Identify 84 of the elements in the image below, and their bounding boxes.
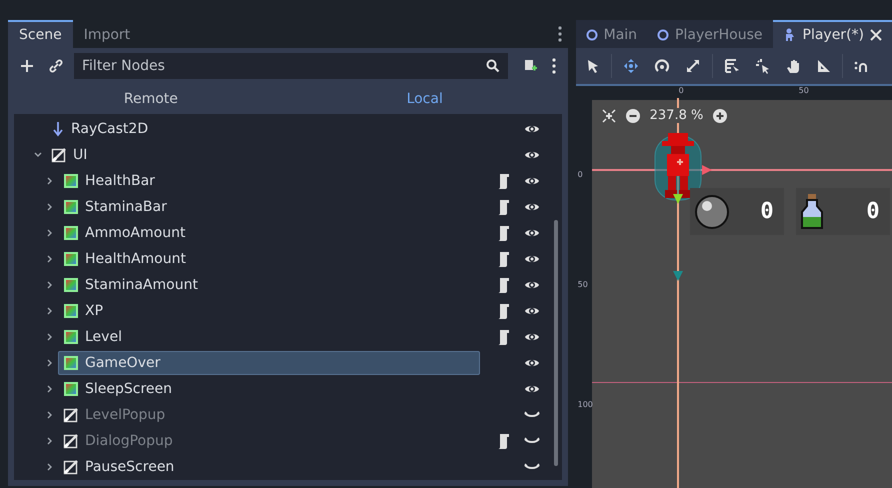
tree-item[interactable]: UI <box>46 143 480 167</box>
pivot-tool-icon[interactable] <box>754 58 771 74</box>
amount-label: 0 <box>866 199 880 224</box>
view-toggle[interactable]: Remote <box>14 84 288 114</box>
tree-item[interactable]: StaminaBar <box>58 195 480 219</box>
tree-item[interactable]: PauseScreen <box>58 455 480 479</box>
zoom-in-icon[interactable] <box>713 108 728 122</box>
x-axis-arrow-icon <box>702 165 712 175</box>
tree-item[interactable]: HealthBar <box>58 169 480 193</box>
list-select-icon[interactable] <box>724 58 740 74</box>
texture-rect-icon <box>63 251 79 267</box>
texture-rect-icon <box>63 303 79 319</box>
pan-tool-icon[interactable] <box>786 58 802 74</box>
close-icon[interactable] <box>870 29 882 41</box>
tree-item[interactable]: RayCast2D <box>46 117 480 141</box>
eye-icon[interactable] <box>524 175 540 187</box>
move-tool-icon[interactable] <box>622 58 639 74</box>
scale-tool-icon[interactable] <box>684 58 701 74</box>
ruler-label: 0 <box>578 170 583 179</box>
texture-rect-icon <box>63 173 79 189</box>
zoom-out-icon[interactable] <box>626 108 640 122</box>
closed-eye-icon[interactable] <box>524 411 540 419</box>
scrollbar[interactable] <box>554 220 558 466</box>
tree-item[interactable]: GameOver <box>58 351 480 375</box>
closed-eye-icon[interactable] <box>524 463 540 471</box>
control-node-icon <box>63 459 79 475</box>
tree-item[interactable]: LevelPopup <box>58 403 480 427</box>
filter-field[interactable]: Filter Nodes <box>74 53 508 79</box>
tree-item[interactable]: SleepScreen <box>58 377 480 401</box>
center-view-icon[interactable] <box>602 108 616 122</box>
search-icon <box>486 59 500 73</box>
texture-rect-icon <box>63 277 79 293</box>
ruler-tool-icon[interactable] <box>816 59 831 73</box>
more-icon[interactable] <box>552 58 556 74</box>
editor-tab[interactable]: Player(*) <box>772 20 892 48</box>
eye-icon[interactable] <box>524 227 540 239</box>
texture-rect-icon <box>63 225 79 241</box>
eye-icon[interactable] <box>524 331 540 343</box>
ruler-label: 50 <box>578 280 588 289</box>
tree-item[interactable]: DialogPopup <box>58 429 480 453</box>
texture-rect-icon <box>63 381 79 397</box>
control-node-icon <box>51 147 67 163</box>
circle-icon <box>586 29 598 41</box>
eye-icon[interactable] <box>524 383 540 395</box>
ruler-label: 50 <box>798 86 809 95</box>
circle-icon <box>657 29 670 41</box>
tree-item[interactable]: AmmoAmount <box>58 221 480 245</box>
closed-eye-icon[interactable] <box>524 437 540 445</box>
y-axis-arrow-icon <box>672 194 683 204</box>
texture-rect-icon <box>63 199 79 215</box>
select-tool-icon[interactable] <box>586 59 600 73</box>
stone-ball-icon <box>694 194 730 230</box>
eye-icon[interactable] <box>524 149 540 161</box>
ruler-label: 100 <box>578 400 593 409</box>
editor-tab[interactable]: Main <box>576 20 648 48</box>
control-node-icon <box>63 407 79 423</box>
eye-icon[interactable] <box>524 253 540 265</box>
snap-icon[interactable] <box>854 59 868 73</box>
tree-item[interactable]: HealthAmount <box>58 247 480 271</box>
eye-icon[interactable] <box>524 305 540 317</box>
control-node-icon <box>63 433 79 449</box>
add-icon[interactable] <box>20 59 34 73</box>
eye-icon[interactable] <box>524 357 540 369</box>
eye-icon[interactable] <box>524 279 540 291</box>
marker-arrow-icon <box>672 271 683 281</box>
eye-icon[interactable] <box>524 123 540 135</box>
potion-icon <box>800 192 824 230</box>
more-icon[interactable] <box>558 26 562 42</box>
editor-tab[interactable]: PlayerHouse <box>647 20 772 48</box>
down-arrow-icon <box>51 121 65 137</box>
amount-label: 0 <box>760 199 774 224</box>
tree-item[interactable]: XP <box>58 299 480 323</box>
view-toggle[interactable]: Local <box>288 84 562 114</box>
rotate-tool-icon[interactable] <box>654 58 670 74</box>
tree-item[interactable]: StaminaAmount <box>58 273 480 297</box>
tree-item[interactable]: Level <box>58 325 480 349</box>
link-icon[interactable] <box>48 58 64 74</box>
ruler-label: 0 <box>678 86 684 95</box>
texture-rect-icon <box>63 329 79 345</box>
eye-icon[interactable] <box>524 201 540 213</box>
dock-tab[interactable]: Import <box>72 20 142 48</box>
texture-rect-icon <box>63 355 79 371</box>
dock-tab[interactable]: Scene <box>8 20 73 48</box>
zoom-level: 237.8 % <box>650 108 704 123</box>
